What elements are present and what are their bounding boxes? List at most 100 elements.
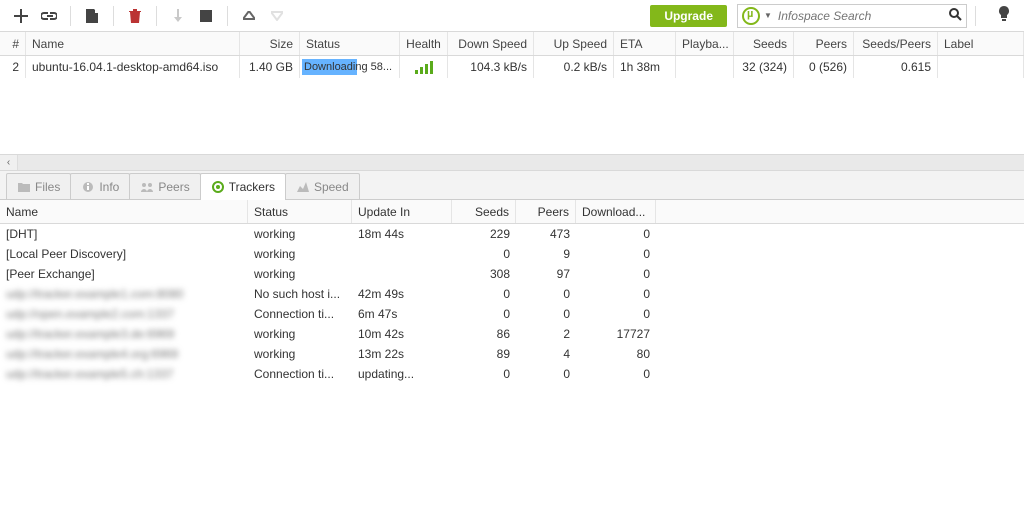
col-playback-header[interactable]: Playba... — [676, 32, 734, 55]
col-seeds-header[interactable]: Seeds — [734, 32, 794, 55]
tab-speed[interactable]: Speed — [285, 173, 360, 199]
tracker-col-seeds[interactable]: Seeds — [452, 200, 516, 223]
tracker-row[interactable]: udp://tracker.example4.org:6969working13… — [0, 344, 1024, 364]
tracker-col-status[interactable]: Status — [248, 200, 352, 223]
search-input[interactable] — [776, 8, 944, 24]
detail-tabstrip: Files Info Peers Trackers Speed — [0, 170, 1024, 200]
search-submit-button[interactable] — [944, 7, 966, 24]
col-peers-header[interactable]: Peers — [794, 32, 854, 55]
horizontal-scrollbar[interactable]: ‹ — [0, 154, 1024, 170]
col-health-header[interactable]: Health — [400, 32, 448, 55]
torrent-playback — [676, 56, 734, 78]
separator — [975, 6, 976, 26]
tracker-seeds: 0 — [452, 284, 516, 304]
tracker-col-name[interactable]: Name — [0, 200, 248, 223]
tracker-peers: 0 — [516, 364, 576, 384]
search-icon — [948, 7, 962, 21]
tracker-download: 80 — [576, 344, 656, 364]
search-box[interactable]: µ ▼ — [737, 4, 967, 28]
tracker-row[interactable]: [Local Peer Discovery]working090 — [0, 244, 1024, 264]
add-torrent-button[interactable] — [8, 4, 34, 28]
stop-button[interactable] — [193, 4, 219, 28]
tracker-name: udp://tracker.example4.org:6969 — [0, 344, 248, 364]
scroll-left-button[interactable]: ‹ — [0, 155, 18, 170]
tips-button[interactable] — [992, 6, 1016, 25]
search-provider-dropdown-icon[interactable]: ▼ — [764, 11, 772, 20]
chevron-down-icon — [271, 11, 283, 21]
start-button[interactable] — [165, 4, 191, 28]
tracker-status: working — [248, 344, 352, 364]
stop-icon — [200, 10, 212, 22]
tracker-peers: 9 — [516, 244, 576, 264]
trash-icon — [129, 9, 141, 23]
torrent-list-body: 2 ubuntu-16.04.1-desktop-amd64.iso 1.40 … — [0, 56, 1024, 154]
col-name-header[interactable]: Name — [26, 32, 240, 55]
tracker-col-update[interactable]: Update In — [352, 200, 452, 223]
tracker-name: udp://tracker.example3.de:6969 — [0, 324, 248, 344]
col-size-header[interactable]: Size — [240, 32, 300, 55]
tracker-peers: 2 — [516, 324, 576, 344]
separator — [70, 6, 71, 26]
tracker-peers: 97 — [516, 264, 576, 284]
tracker-row[interactable]: udp://tracker.example5.ch:1337Connection… — [0, 364, 1024, 384]
col-status-header[interactable]: Status — [300, 32, 400, 55]
torrent-seeds: 32 (324) — [734, 56, 794, 78]
tab-info[interactable]: Info — [70, 173, 130, 199]
toolbar: Upgrade µ ▼ — [0, 0, 1024, 32]
torrent-size: 1.40 GB — [240, 56, 300, 78]
tracker-row[interactable]: [Peer Exchange]working308970 — [0, 264, 1024, 284]
bulb-icon — [998, 6, 1010, 22]
tracker-col-down[interactable]: Download... — [576, 200, 656, 223]
tracker-row[interactable]: udp://open.example2.com:1337Connection t… — [0, 304, 1024, 324]
torrent-status-cell: Downloading 58... — [300, 56, 400, 78]
add-url-button[interactable] — [36, 4, 62, 28]
tracker-row[interactable]: udp://tracker.example1.com:8080No such h… — [0, 284, 1024, 304]
tracker-name: udp://tracker.example1.com:8080 — [0, 284, 248, 304]
col-sp-header[interactable]: Seeds/Peers — [854, 32, 938, 55]
col-eta-header[interactable]: ETA — [614, 32, 676, 55]
tracker-status: Connection ti... — [248, 304, 352, 324]
tab-peers-label: Peers — [158, 180, 189, 194]
folder-icon — [17, 180, 31, 194]
tracker-name: udp://open.example2.com:1337 — [0, 304, 248, 324]
separator — [156, 6, 157, 26]
delete-button[interactable] — [122, 4, 148, 28]
upgrade-button[interactable]: Upgrade — [650, 5, 727, 27]
tracker-row[interactable]: [DHT]working18m 44s2294730 — [0, 224, 1024, 244]
torrent-name: ubuntu-16.04.1-desktop-amd64.iso — [26, 56, 240, 78]
tracker-seeds: 0 — [452, 364, 516, 384]
tracker-download: 0 — [576, 304, 656, 324]
create-torrent-button[interactable] — [79, 4, 105, 28]
tracker-download: 0 — [576, 244, 656, 264]
tracker-status: working — [248, 224, 352, 244]
tracker-name: [DHT] — [0, 224, 248, 244]
tracker-update: 10m 42s — [352, 324, 452, 344]
col-num-header[interactable]: # — [0, 32, 26, 55]
tracker-update: 42m 49s — [352, 284, 452, 304]
tracker-col-peers[interactable]: Peers — [516, 200, 576, 223]
move-down-button[interactable] — [264, 4, 290, 28]
tracker-status: working — [248, 264, 352, 284]
tracker-status: working — [248, 324, 352, 344]
utorrent-logo-icon: µ — [742, 7, 760, 25]
tracker-status: No such host i... — [248, 284, 352, 304]
col-label-header[interactable]: Label — [938, 32, 1024, 55]
tracker-row[interactable]: udp://tracker.example3.de:6969working10m… — [0, 324, 1024, 344]
torrent-sp-ratio: 0.615 — [854, 56, 938, 78]
move-up-button[interactable] — [236, 4, 262, 28]
col-up-header[interactable]: Up Speed — [534, 32, 614, 55]
scroll-track[interactable] — [18, 155, 1024, 170]
torrent-row[interactable]: 2 ubuntu-16.04.1-desktop-amd64.iso 1.40 … — [0, 56, 1024, 78]
tracker-peers: 473 — [516, 224, 576, 244]
col-down-header[interactable]: Down Speed — [448, 32, 534, 55]
tracker-body: [DHT]working18m 44s2294730[Local Peer Di… — [0, 224, 1024, 517]
tracker-seeds: 229 — [452, 224, 516, 244]
tab-trackers[interactable]: Trackers — [200, 173, 286, 200]
tracker-seeds: 0 — [452, 244, 516, 264]
link-icon — [41, 10, 57, 22]
torrent-down-speed: 104.3 kB/s — [448, 56, 534, 78]
tab-peers[interactable]: Peers — [129, 173, 200, 199]
tab-files[interactable]: Files — [6, 173, 71, 199]
tracker-update — [352, 264, 452, 284]
tracker-update: 18m 44s — [352, 224, 452, 244]
